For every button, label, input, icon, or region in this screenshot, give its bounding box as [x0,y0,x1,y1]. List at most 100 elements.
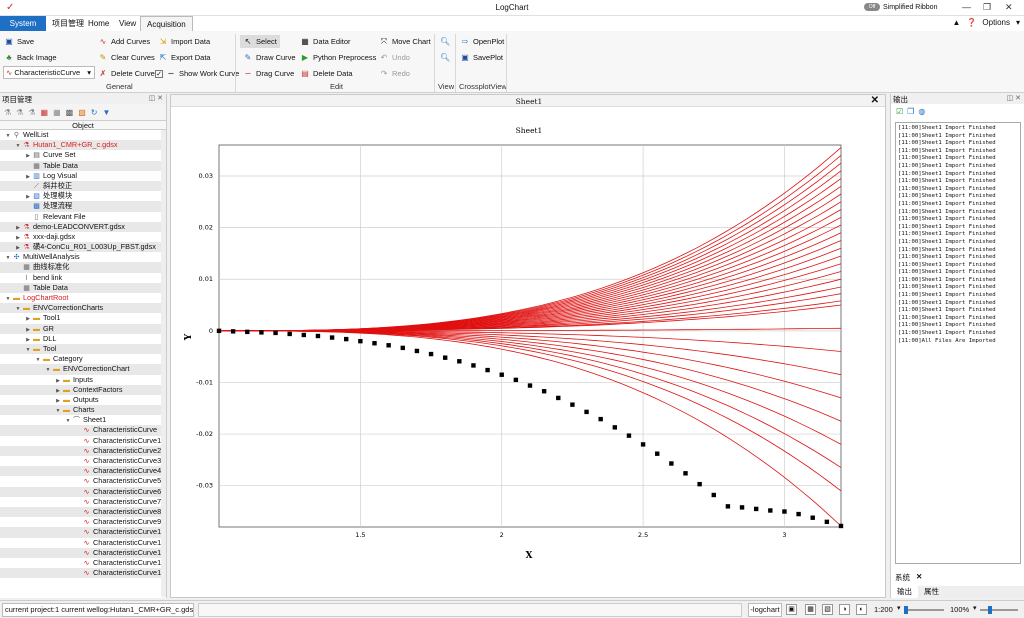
tree-node[interactable]: ▶ ⚗ xxx-daji.gdsx [0,232,166,242]
tab-system[interactable]: System [0,16,46,31]
tree-node[interactable]: ▦ 曲线标准化 [0,262,166,273]
clear-curves-button[interactable]: ✎ Clear Curves [98,51,155,64]
options-menu[interactable]: Options [982,18,1010,27]
tree-node[interactable]: ∿ CharacteristicCurve1 [0,538,166,548]
tree-node[interactable]: ∿ CharacteristicCurve1 [0,568,166,579]
tree-node[interactable]: ∿ CharacteristicCurve [0,425,166,436]
tree-node[interactable]: ▶ ⚗ 磺4-ConCu_R01_L003Up_FBST.gdsx [0,242,166,253]
tree-node[interactable]: ▼ ▬ Tool [0,343,166,355]
select-button[interactable]: ↖ Select [240,35,280,48]
tree-node[interactable]: ▶ ▧ 处理模块 [0,191,166,201]
tree-node[interactable]: ▶ ▬ Tool1 [0,313,166,323]
chart-view-icon[interactable]: ▦ [805,604,816,615]
checkbox-checked-icon[interactable]: ✓ [155,69,163,78]
redo-button[interactable]: ↷ Redo [379,67,410,80]
tree-node[interactable]: ∿ CharacteristicCurve7 [0,497,166,507]
check-icon[interactable]: ☑ [896,107,903,116]
draw-curve-button[interactable]: ✎ Draw Curve [243,51,296,64]
tree-node[interactable]: ▼ ▬ ENVCorrectionChart [0,364,166,375]
tree-node[interactable]: ▶ ▬ Outputs [0,395,166,405]
theme-icon[interactable]: ◐ [856,604,867,615]
tree-node[interactable]: ▶ ▤ Curve Set [0,150,166,160]
drag-curve-button[interactable]: ∽ Drag Curve [243,67,295,80]
delete-curve-button[interactable]: ✗ Delete Curve [98,67,155,80]
scale-dropdown-icon[interactable]: ▾ [897,604,901,612]
ribbon-toggle-switch[interactable]: Off [864,3,880,11]
tree-node[interactable]: ▦ Table Data [0,282,166,293]
collapse-ribbon-icon[interactable]: ▲ [953,18,961,27]
minimize-icon[interactable]: — [962,2,971,12]
tree-node[interactable]: ∿ CharacteristicCurve1 [0,436,166,446]
ribbon-toggle[interactable]: Off Simplified Ribbon [864,3,937,11]
back-image-button[interactable]: ♣ Back Image [4,51,56,64]
save-button[interactable]: ▣ Save [4,35,34,48]
tree-node[interactable]: ∿ CharacteristicCurve2 [0,445,166,456]
palette-view-icon[interactable]: ▧ [822,604,833,615]
tree-node[interactable]: ▶ ▬ Inputs [0,375,166,385]
tree-node[interactable]: ▼ ⌒ Sheet1 [0,415,166,425]
tree-node[interactable]: ▶ ⚗ demo-LEADCONVERT.gdsx [0,221,166,232]
tree-node[interactable]: ∿ CharacteristicCurve8 [0,506,166,518]
scale-slider-knob[interactable] [904,606,908,614]
flask2-icon[interactable]: ⚗ [28,108,35,117]
zoom-out-button[interactable]: 🔍︎ [440,51,450,64]
tree-node[interactable]: ▼ ✣ MultiWellAnalysis [0,252,166,262]
table-tool-icon[interactable]: ▦ [53,108,61,117]
system-tab-close-icon[interactable]: ✕ [916,572,922,583]
tab-properties[interactable]: 属性 [918,586,945,598]
tree-node[interactable]: ▼ ▬ ENVCorrectionCharts [0,303,166,314]
restore-icon[interactable]: ❐ [983,2,991,13]
tree-node[interactable]: ▶ ▬ DLL [0,334,166,344]
close-icon[interactable]: ✕ [1005,2,1013,13]
tree-node[interactable]: ▩ 处理流程 [0,201,166,212]
show-work-curve-checkbox[interactable]: ✓ ∽ Show Work Curve [155,67,239,80]
tab-view[interactable]: View [113,16,142,31]
tree-node[interactable]: ▼ ⚲ WellList [0,130,166,140]
tab-home[interactable]: Home [82,16,115,31]
tree-node[interactable]: ▼ ⚗ Hutan1_CMR+GR_c.gdsx [0,140,166,151]
color-view-icon[interactable]: ◑ [839,604,850,615]
tree-node[interactable]: ∿ CharacteristicCurve3 [0,456,166,466]
data-editor-button[interactable]: ▦ Data Editor [300,35,350,48]
clear-log-icon[interactable]: ◍ [918,107,925,116]
zoom-slider-knob[interactable] [988,606,992,614]
output-log[interactable]: [11:00]Sheet1 Import Finished [11:00]Shee… [895,122,1021,564]
curve-type-combo[interactable]: ∿ CharacteristicCurve ▾ [3,66,95,79]
panel-close-icon[interactable]: ◫ ✕ [149,94,163,102]
move-chart-button[interactable]: ⤧ Move Chart [379,35,431,48]
tree-node[interactable]: ∿ CharacteristicCurve9 [0,517,166,527]
tree-node[interactable]: ▶ ▥ Log Visual [0,171,166,181]
tree-node[interactable]: ▦ Table Data [0,160,166,171]
tree-node[interactable]: ∿ CharacteristicCurve1 [0,527,166,538]
panel-close-icon[interactable]: ◫ ✕ [1007,94,1021,102]
tree-node[interactable]: ▼ ▬ LogChartRoot [0,293,166,303]
scale-slider[interactable] [904,606,944,614]
tree-node[interactable]: ⌇ bend link [0,273,166,283]
well-tool-icon[interactable]: ⚗ [4,108,11,117]
chevron-down-icon[interactable]: ▾ [1016,18,1020,27]
close-document-icon[interactable]: ✕ [871,95,879,106]
chart-canvas[interactable]: Sheet1 1.5 2 2.5 3 0.03 0.02 0.01 0 -0.01 -0.02 -0… [171,107,887,597]
tree-node[interactable]: ▶ ▬ ContextFactors [0,384,166,395]
tab-output[interactable]: 输出 [891,586,918,598]
tree-scrollbar[interactable] [161,130,166,597]
tree-node[interactable]: ▼ ▬ Charts [0,405,166,416]
import-data-button[interactable]: ⇲ Import Data [158,35,211,48]
add-curves-button[interactable]: ∿ Add Curves [98,35,151,48]
flask-icon[interactable]: ⚗ [16,108,23,117]
refresh-icon[interactable]: ↻ [91,108,98,117]
chevron-down-icon[interactable]: ▾ [87,67,91,78]
save-plot-button[interactable]: ▣ SavePlot [460,51,503,64]
palette-icon[interactable]: ▧ [78,108,86,117]
chart-tool-icon[interactable]: ▦ [41,108,49,117]
tree-node[interactable]: ∿ CharacteristicCurve6 [0,486,166,497]
grid-tool-icon[interactable]: ▩ [66,108,74,117]
zoom-slider[interactable] [980,606,1018,614]
python-preprocess-button[interactable]: ▶ Python Preprocess [300,51,376,64]
filter-icon[interactable]: ▼ [102,108,110,117]
delete-data-button[interactable]: ▤ Delete Data [300,67,352,80]
export-data-button[interactable]: ⇱ Export Data [158,51,211,64]
help-icon[interactable]: ❓ [966,18,976,27]
zoom-in-button[interactable]: 🔍︎ [440,35,450,48]
system-tab[interactable]: 系统 [895,572,910,583]
